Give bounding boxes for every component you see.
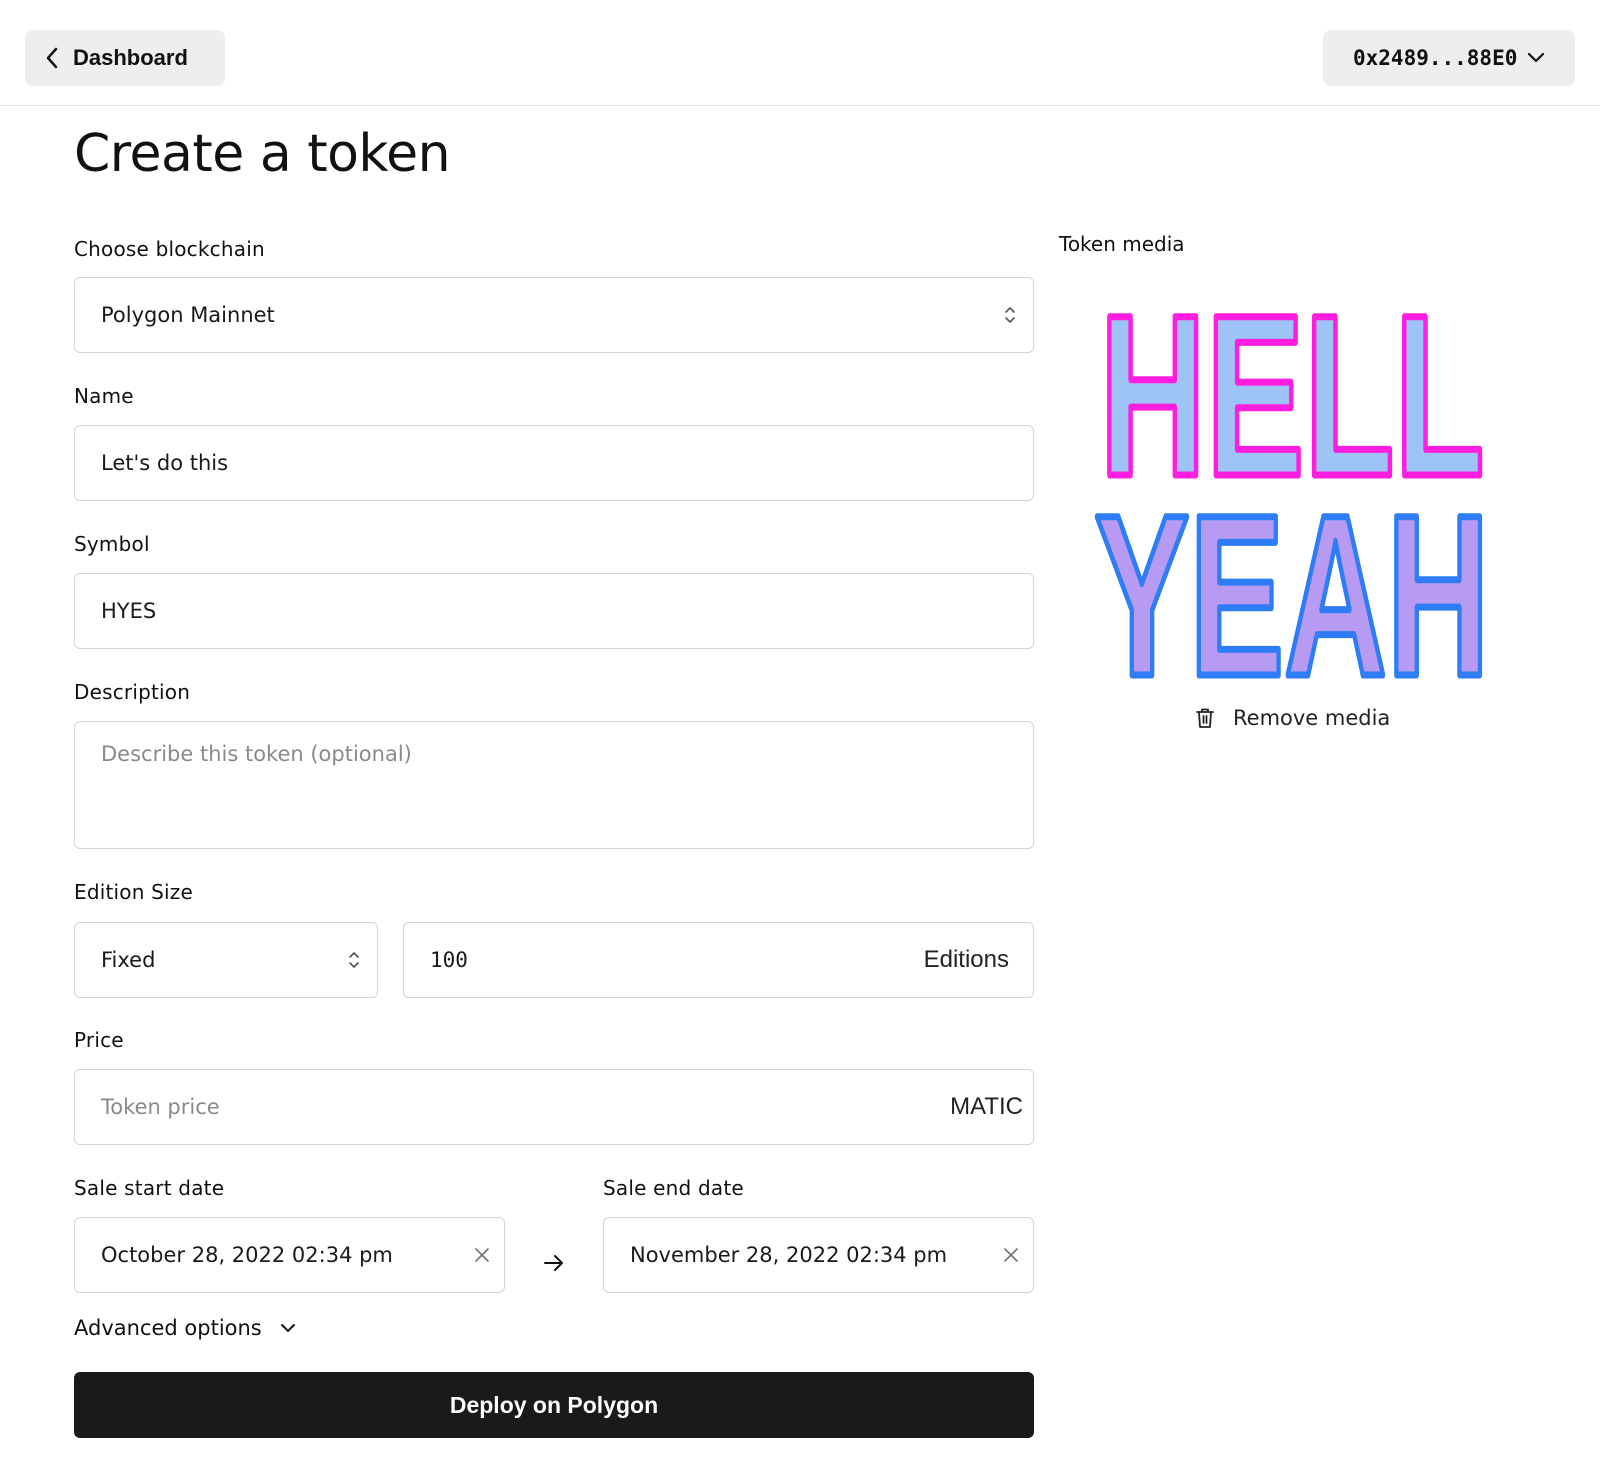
wallet-address: 0x2489...88E0: [1353, 46, 1518, 70]
trash-icon: [1196, 708, 1214, 728]
blockchain-value: Polygon Mainnet: [101, 303, 275, 327]
edition-type-value: Fixed: [101, 948, 156, 972]
token-media-image: HELL YEAH: [1091, 290, 1493, 685]
description-textarea[interactable]: Describe this token (optional): [74, 721, 1034, 849]
media-text-line2: YEAH: [1095, 467, 1490, 685]
chevron-down-icon: [280, 1324, 295, 1332]
sale-start-label: Sale start date: [74, 1176, 225, 1200]
sale-end-field[interactable]: November 28, 2022 02:34 pm: [603, 1217, 1034, 1293]
edition-count-value: 100: [430, 948, 468, 972]
edition-type-select[interactable]: Fixed: [74, 922, 378, 998]
editions-suffix: Editions: [923, 946, 1009, 973]
sale-end-label: Sale end date: [603, 1176, 744, 1200]
sale-start-field[interactable]: October 28, 2022 02:34 pm: [74, 1217, 505, 1293]
edition-size-label: Edition Size: [74, 880, 194, 904]
sale-start-value: October 28, 2022 02:34 pm: [101, 1243, 393, 1267]
description-label: Description: [74, 680, 191, 704]
arrow-right-icon: [544, 1255, 563, 1271]
advanced-options-label: Advanced options: [74, 1316, 262, 1340]
blockchain-select[interactable]: Polygon Mainnet: [74, 277, 1034, 353]
top-bar: Dashboard 0x2489...88E0: [0, 0, 1600, 106]
dashboard-back-label: Dashboard: [73, 45, 188, 70]
name-value: Let's do this: [101, 451, 229, 475]
symbol-label: Symbol: [74, 532, 150, 556]
sale-end-value: November 28, 2022 02:34 pm: [630, 1243, 948, 1267]
symbol-value: HYES: [101, 599, 157, 623]
name-field[interactable]: Let's do this: [74, 425, 1034, 501]
blockchain-label: Choose blockchain: [74, 237, 265, 261]
price-field[interactable]: Token price MATIC: [74, 1069, 1034, 1145]
stepper-icon: [349, 952, 359, 968]
advanced-options-toggle[interactable]: Advanced options: [74, 1316, 296, 1340]
token-media-label: Token media: [1059, 232, 1185, 256]
symbol-field[interactable]: HYES: [74, 573, 1034, 649]
remove-media-label: Remove media: [1233, 706, 1391, 730]
price-placeholder: Token price: [101, 1095, 220, 1119]
edition-count-field[interactable]: 100 Editions: [403, 922, 1034, 998]
stepper-icon: [1005, 307, 1015, 323]
close-icon[interactable]: [474, 1247, 490, 1263]
dashboard-back-button[interactable]: Dashboard: [25, 30, 225, 86]
remove-media-button[interactable]: Remove media: [1195, 706, 1390, 730]
price-currency: MATIC: [950, 1093, 1023, 1120]
wallet-menu-button[interactable]: 0x2489...88E0: [1323, 30, 1575, 86]
deploy-button[interactable]: Deploy on Polygon: [74, 1372, 1034, 1438]
deploy-label: Deploy on Polygon: [449, 1391, 659, 1418]
page-title: Create a token: [74, 124, 451, 184]
price-label: Price: [74, 1028, 124, 1052]
chevron-down-icon: [1527, 52, 1545, 63]
name-label: Name: [74, 384, 134, 408]
close-icon[interactable]: [1003, 1247, 1019, 1263]
chevron-left-icon: [46, 47, 58, 69]
description-placeholder: Describe this token (optional): [101, 742, 412, 766]
